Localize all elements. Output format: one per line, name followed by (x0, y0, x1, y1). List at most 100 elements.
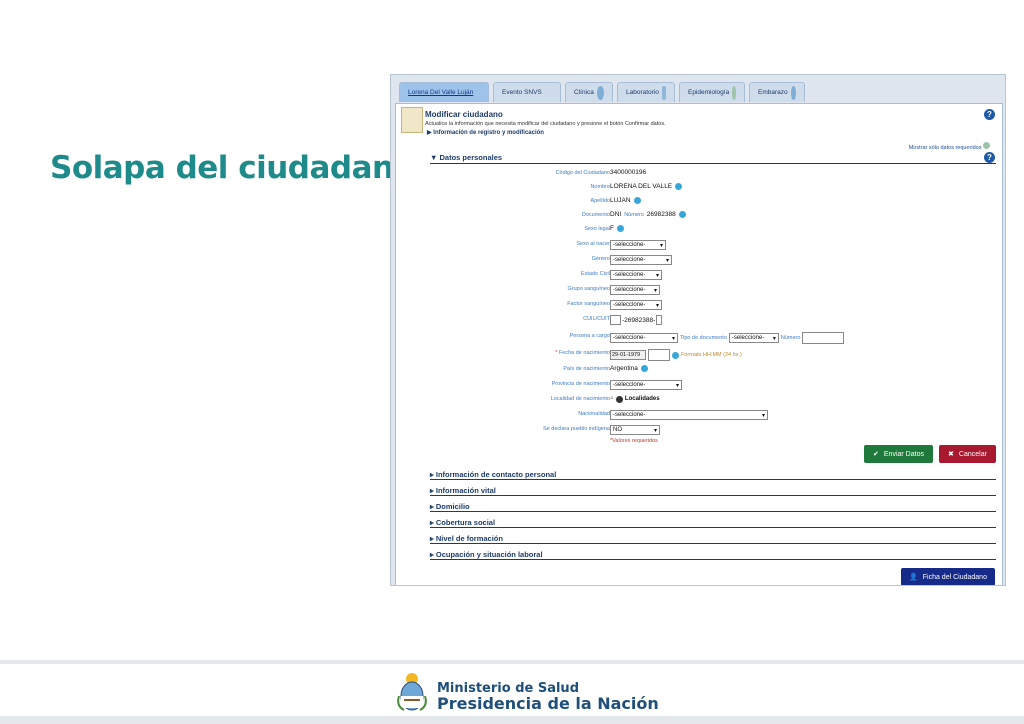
cuil-suffix-input[interactable] (656, 315, 663, 325)
section-title: Información de contacto personal (435, 470, 557, 479)
tab-clinica[interactable]: Clínica (565, 82, 613, 102)
coat-of-arms-logo (397, 673, 427, 711)
section-title: Domicilio (435, 502, 470, 511)
cuil-prefix-input[interactable] (610, 315, 621, 325)
info-icon[interactable] (678, 211, 686, 218)
row-pueblo-indigena: Se declara pueblo indígena NO ▾ (396, 424, 1004, 437)
field-label: Localidad de nacimiento (550, 396, 610, 402)
tab-label: Laboratorio (626, 89, 659, 96)
label-text: Fecha de nacimiento (558, 350, 610, 356)
genero-select[interactable]: -seleccione- ▾ (610, 255, 672, 265)
tab-label: Embarazo (758, 89, 788, 96)
mostrar-requeridos-link[interactable]: Mostrar sólo datos requeridos (909, 142, 990, 151)
estado-civil-select[interactable]: -seleccione- ▾ (610, 270, 662, 280)
info-icon[interactable] (616, 225, 624, 232)
row-persona-a-cargo: Persona a cargo -seleccione- ▾ Tipo de doc… (396, 331, 1004, 344)
fecha-nacimiento-input[interactable]: 29-01-1979 (610, 350, 646, 360)
enviar-datos-button[interactable]: ✔ Enviar Datos (864, 445, 933, 463)
tab-evento-snvs[interactable]: Evento SNVS (493, 82, 561, 102)
form-panel: Modificar ciudadano Actualice la informa… (395, 103, 1004, 585)
section-title: Nivel de formación (435, 534, 503, 543)
user-icon: 👤 (909, 574, 918, 581)
row-pais: País de nacimiento Argentina (396, 364, 1004, 377)
dropdown-arrow-icon: ▾ (761, 412, 765, 419)
persona-a-cargo-select[interactable]: -seleccione- ▾ (610, 333, 678, 343)
info-icon[interactable] (672, 351, 679, 359)
documento-numero: 26982388 (646, 211, 676, 218)
tab-label: Lorena Del Valle Luján (408, 89, 474, 96)
dropdown-arrow-icon: ▾ (675, 382, 679, 389)
localidades-link[interactable]: Localidades (625, 396, 660, 402)
help-icon[interactable]: ? (984, 152, 995, 163)
info-icon[interactable] (640, 365, 648, 372)
dropdown-arrow-icon: ▾ (655, 302, 659, 309)
nacionalidad-select[interactable]: -seleccione- ▾ (610, 410, 768, 420)
section-formacion[interactable]: ▸ Nivel de formación (430, 534, 996, 544)
field-label: Provincia de nacimiento (551, 381, 610, 387)
select-value: -seleccione- (731, 335, 765, 341)
sexo-al-nacer-select[interactable]: -seleccione- ▾ (610, 240, 666, 250)
field-label: Grupo sanguíneo (567, 286, 610, 292)
row-factor-sanguineo: Factor sanguíneo -seleccione- ▾ (396, 299, 1004, 312)
help-icon[interactable]: ? (984, 109, 995, 120)
row-nombre: Nombre LORENA DEL VALLE (396, 182, 1004, 195)
registro-link[interactable]: ▶ Información de registro y modificación (427, 129, 544, 136)
pueblo-indigena-select[interactable]: NO ▾ (610, 425, 660, 435)
row-sexo-al-nacer: Sexo al nacer -seleccione- ▾ (396, 239, 1004, 252)
tab-epidemiologia[interactable]: Epidemiología (679, 82, 745, 102)
check-icon: ✔ (873, 451, 879, 458)
info-icon[interactable] (675, 183, 683, 190)
tab-embarazo[interactable]: Embarazo (749, 82, 805, 102)
search-icon[interactable]: ⌕ (610, 395, 614, 403)
tab-bar: Lorena Del Valle Luján Evento SNVS Clíni… (399, 82, 805, 104)
numero-label: Número (624, 211, 644, 218)
field-label: Documento (581, 212, 610, 218)
dropdown-arrow-icon: ▾ (653, 287, 657, 294)
nombre-value: LORENA DEL VALLE (610, 183, 673, 190)
tipo-documento-select[interactable]: -seleccione- ▾ (728, 333, 779, 343)
numero-input[interactable] (802, 332, 845, 344)
row-nacionalidad: Nacionalidad -seleccione- ▾ (396, 409, 1004, 422)
dropdown-arrow-icon: ▾ (653, 427, 657, 434)
numero-label: Número (780, 335, 801, 341)
clear-icon[interactable] (615, 395, 623, 403)
hora-input[interactable] (648, 349, 670, 361)
section-ocupacion[interactable]: ▸ Ocupación y situación laboral (430, 550, 996, 560)
field-label: * Fecha de nacimiento (555, 350, 610, 356)
grupo-sanguineo-select[interactable]: -seleccione- ▾ (610, 285, 660, 295)
button-label: Ficha del Ciudadano (922, 573, 987, 581)
section-title: Información vital (435, 486, 496, 495)
valores-requeridos-note: *Valores requeridos (610, 438, 658, 444)
apellido-value: LUJAN (610, 197, 631, 204)
info-icon[interactable] (633, 197, 641, 204)
button-label: Cancelar (958, 450, 987, 458)
field-label: CUIL/CUIT (583, 316, 610, 322)
presidencia-label: Presidencia de la Nación (437, 694, 659, 713)
tab-laboratorio[interactable]: Laboratorio (617, 82, 675, 102)
field-label: Sexo al nacer (576, 241, 610, 247)
row-estado-civil: Estado Civil -seleccione- ▾ (396, 269, 1004, 282)
field-label: Persona a cargo (569, 333, 610, 339)
select-value: -seleccione- (613, 257, 646, 263)
field-label: Se declara pueblo indígena (543, 426, 610, 432)
section-contacto[interactable]: ▸ Información de contacto personal (430, 470, 996, 480)
field-label: Género (591, 256, 610, 262)
formato-hint: Formato HH:MM (24 hs.) (681, 352, 742, 358)
section-vital[interactable]: ▸ Información vital (430, 486, 996, 496)
cancelar-button[interactable]: ✖ Cancelar (939, 445, 996, 463)
button-label: Enviar Datos (883, 450, 924, 458)
datos-personales-header[interactable]: ▼ Datos personales (430, 153, 996, 164)
provincia-select[interactable]: -seleccione- ▾ (610, 380, 682, 390)
ficha-ciudadano-button[interactable]: 👤 Ficha del Ciudadano (901, 568, 995, 585)
test-tubes-icon (661, 85, 666, 100)
section-cobertura[interactable]: ▸ Cobertura social (430, 518, 996, 528)
dropdown-arrow-icon: ▾ (655, 272, 659, 279)
required-mark: * (555, 350, 558, 356)
factor-sanguineo-select[interactable]: -seleccione- ▾ (610, 300, 662, 310)
tab-ciudadano[interactable]: Lorena Del Valle Luján (399, 82, 489, 102)
select-value: -seleccione- (613, 412, 646, 418)
sexo-legal-value: F (610, 225, 614, 232)
select-value: NO (613, 427, 622, 433)
dropdown-arrow-icon: ▾ (665, 257, 669, 264)
section-domicilio[interactable]: ▸ Domicilio (430, 502, 996, 512)
